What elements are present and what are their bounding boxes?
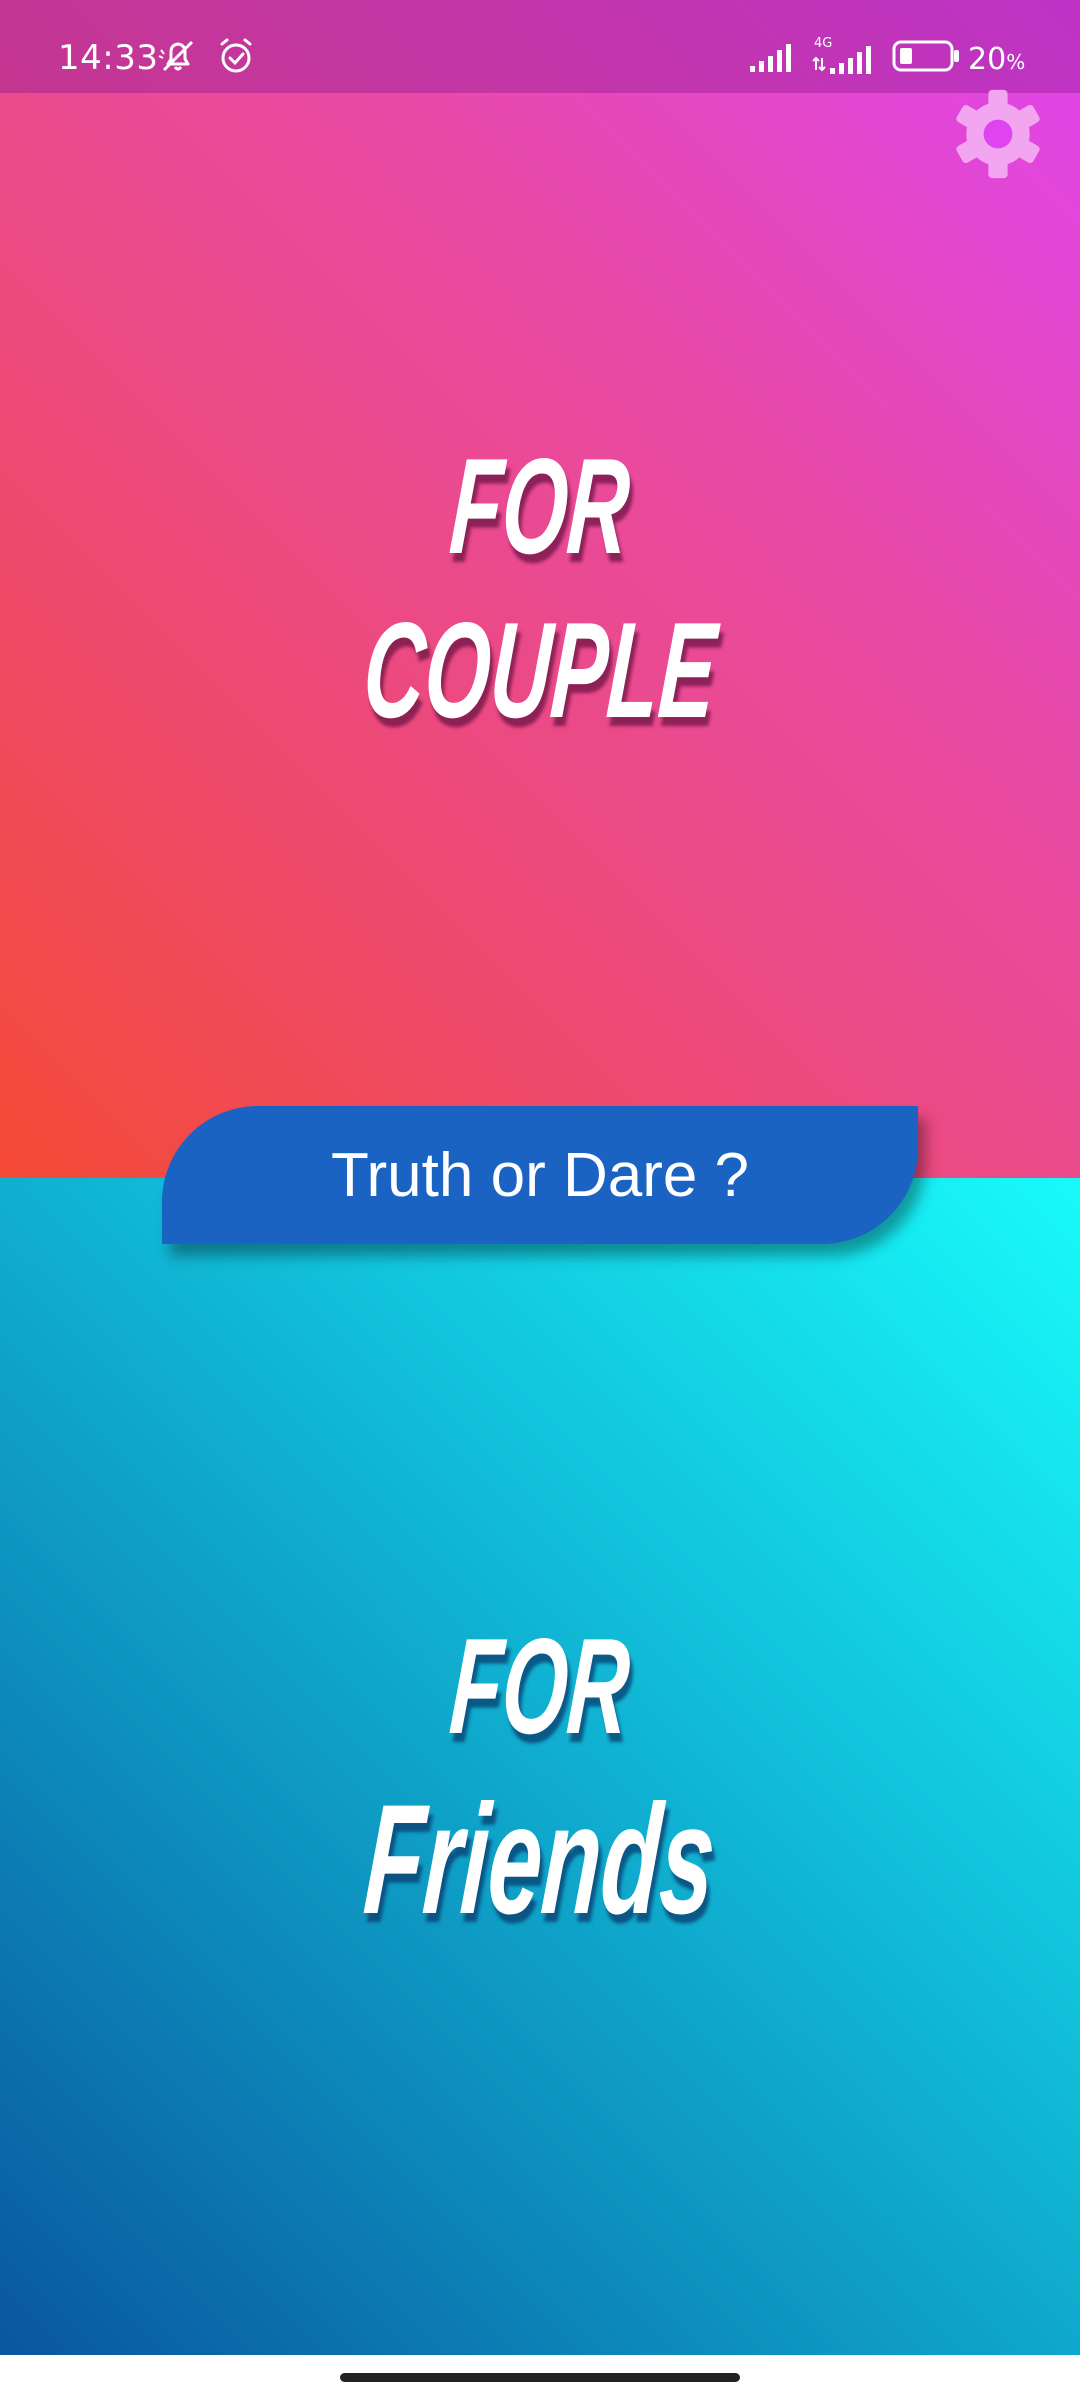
- status-bar: 14:33 4G 20%: [0, 0, 1080, 93]
- battery-percent: 20%: [968, 42, 1026, 77]
- battery-icon: [892, 40, 959, 72]
- friends-title-line1[interactable]: FOR: [0, 1610, 1080, 1762]
- home-indicator[interactable]: [340, 2373, 740, 2382]
- friends-panel[interactable]: [0, 1178, 1080, 2355]
- gear-icon[interactable]: [950, 86, 1046, 182]
- friends-title-line2[interactable]: Friends: [0, 1773, 1080, 1947]
- couple-title-line1[interactable]: FOR: [0, 430, 1080, 582]
- status-time: 14:33: [58, 38, 159, 78]
- signal-icon: [750, 44, 791, 72]
- couple-panel[interactable]: [0, 0, 1080, 1178]
- 4g-signal-icon: 4G: [812, 36, 871, 74]
- truth-or-dare-label: Truth or Dare ?: [330, 1140, 750, 1210]
- network-label: 4G: [814, 36, 832, 51]
- couple-title-line2[interactable]: COUPLE: [0, 594, 1080, 746]
- truth-or-dare-badge: Truth or Dare ?: [162, 1106, 918, 1244]
- alarm-icon: [220, 38, 252, 73]
- muted-notification-icon: [158, 40, 194, 72]
